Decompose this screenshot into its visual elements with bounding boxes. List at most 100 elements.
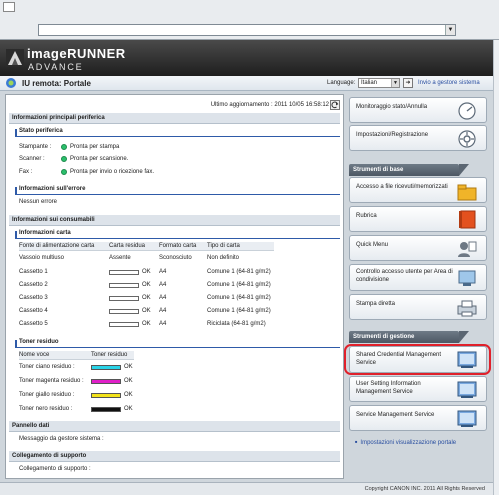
toner-table-header: Nome voce Toner residuo [19, 351, 134, 360]
service-management-label: Service Management Service [356, 412, 435, 418]
address-bar[interactable]: ▼ [38, 24, 456, 36]
send-to-manager-link[interactable]: Invio a gestore sistema [418, 80, 480, 86]
direct-print-button[interactable]: Stampa diretta [349, 294, 487, 320]
table-row-source: Cassetto 3 [19, 295, 48, 301]
main-panel: Ultimo aggiornamento : 2011 10/05 16:58:… [5, 94, 344, 479]
device-info-header: Informazioni principali periferica [9, 113, 340, 124]
language-value: Italian [361, 80, 378, 86]
table-row-source: Cassetto 5 [19, 321, 48, 327]
copyright: Copyright CANON INC. 2011 All Rights Res… [364, 486, 485, 492]
table-row-remaining: OK [142, 308, 151, 314]
selection-highlight [344, 344, 491, 375]
black-toner-bar [91, 407, 121, 412]
settings-registration-button[interactable]: Impostazioni/Registrazione [349, 125, 487, 151]
quick-menu-icon [458, 241, 477, 257]
toner-row-name: Toner giallo residuo : [19, 392, 75, 398]
magenta-toner-bar [91, 379, 121, 384]
refresh-button[interactable] [330, 100, 340, 110]
refresh-icon [331, 101, 339, 109]
table-row-remaining: Assente [109, 255, 131, 261]
support-link-label: Collegamento di supporto : [19, 466, 91, 472]
table-row-remaining: OK [142, 295, 151, 301]
toner-row-name: Toner nero residuo : [19, 406, 73, 412]
paper-level-bar [109, 283, 139, 288]
paper-info-header: Informazioni carta [15, 230, 340, 239]
consumables-header: Informazioni sui consumabili [9, 215, 340, 226]
paper-level-bar [109, 296, 139, 301]
address-dropdown-icon[interactable]: ▼ [445, 25, 455, 35]
toner-row-value: OK [124, 378, 133, 384]
received-files-label: Accesso a file ricevuti/memorizzati [356, 184, 448, 190]
table-row-size: A4 [159, 269, 167, 275]
table-row-remaining: OK [142, 269, 151, 275]
printer-status: Pronta per stampa [70, 144, 120, 150]
cyan-toner-bar [91, 365, 121, 370]
browser-chrome: ▼ [0, 0, 499, 40]
brand-header: imageRUNNER ADVANCE [0, 40, 493, 76]
language-apply-button[interactable]: ➜ [403, 78, 413, 88]
support-header: Collegamento di supporto [9, 451, 340, 462]
service-management-button[interactable]: Service Management Service [349, 405, 487, 431]
last-update-text: Ultimo aggiornamento : 2011 10/05 16:58:… [210, 102, 329, 108]
settings-registration-label: Impostazioni/Registrazione [356, 132, 429, 138]
brand-subname: ADVANCE [28, 62, 84, 72]
table-row-size: A4 [159, 295, 167, 301]
language-select[interactable]: Italian ▼ [358, 78, 400, 88]
error-value: Nessun errore [19, 199, 58, 205]
fax-status: Pronta per invio o ricezione fax. [70, 169, 155, 175]
quick-menu-button[interactable]: Quick Menu [349, 235, 487, 261]
user-setting-service-button[interactable]: User Setting Information Management Serv… [349, 376, 487, 402]
col-toner-level: Toner residuo [91, 352, 128, 358]
col-size: Formato carta [159, 243, 197, 249]
toner-row-value: OK [124, 364, 133, 370]
table-row-type: Comune 1 (64-81 g/m2) [207, 308, 271, 314]
fax-label: Fax : [19, 169, 33, 175]
chevron-down-icon: ▼ [391, 79, 399, 87]
language-label: Language: [327, 80, 356, 86]
table-row-source: Cassetto 2 [19, 282, 48, 288]
table-row-type: Comune 1 (64-81 g/m2) [207, 269, 271, 275]
status-monitor-button[interactable]: Monitoraggio stato/Annulla [349, 97, 487, 123]
table-row-type: Non definito [207, 255, 240, 261]
col-source: Fonte di alimentazione carta [19, 243, 95, 249]
table-row-source: Vassoio multiuso [19, 255, 64, 261]
portal-display-settings-link[interactable]: Impostazioni visualizzazione portale [355, 439, 456, 446]
table-row-source: Cassetto 4 [19, 308, 48, 314]
table-row-type: Comune 1 (64-81 g/m2) [207, 282, 271, 288]
folder-icon [457, 184, 477, 201]
yellow-toner-bar [91, 393, 121, 398]
share-area-access-button[interactable]: Controllo accesso utente per Area di con… [349, 264, 487, 291]
toner-row-name: Toner ciano residuo : [19, 364, 75, 370]
address-book-button[interactable]: Rubrica [349, 206, 487, 232]
portal-bar: IU remota: Portale Language: Italian ▼ ➜… [0, 76, 493, 91]
status-ok-icon [61, 169, 67, 175]
paper-table-header: Fonte di alimentazione carta Carta resid… [19, 242, 274, 251]
paper-level-bar [109, 270, 139, 275]
canon-logo-icon [6, 49, 24, 67]
brand-name: imageRUNNER [27, 46, 126, 61]
portal-icon [6, 78, 16, 88]
col-item-name: Nome voce [19, 352, 50, 358]
update-row: Ultimo aggiornamento : 2011 10/05 16:58:… [6, 100, 343, 110]
monitor-icon [457, 381, 477, 398]
table-row-source: Cassetto 1 [19, 269, 48, 275]
settings-icon [458, 130, 476, 148]
col-type: Tipo di carta [207, 243, 240, 249]
table-row-size: A4 [159, 308, 167, 314]
device-status-header: Stato periferica [15, 128, 340, 137]
status-ok-icon [61, 144, 67, 150]
scrollbar[interactable] [493, 40, 499, 495]
table-row-type: Comune 1 (64-81 g/m2) [207, 295, 271, 301]
col-remaining: Carta residua [109, 243, 146, 249]
status-ok-icon [61, 156, 67, 162]
paper-level-bar [109, 322, 139, 327]
basic-tools-tab [459, 164, 469, 176]
received-files-button[interactable]: Accesso a file ricevuti/memorizzati [349, 177, 487, 203]
table-row-remaining: OK [142, 282, 151, 288]
mgmt-tools-tab [459, 331, 469, 343]
printer-icon [457, 300, 477, 317]
monitor-dial-icon [458, 102, 476, 120]
page-icon [3, 2, 19, 16]
toner-row-value: OK [124, 392, 133, 398]
error-info-header: Informazioni sull'errore [15, 186, 340, 195]
